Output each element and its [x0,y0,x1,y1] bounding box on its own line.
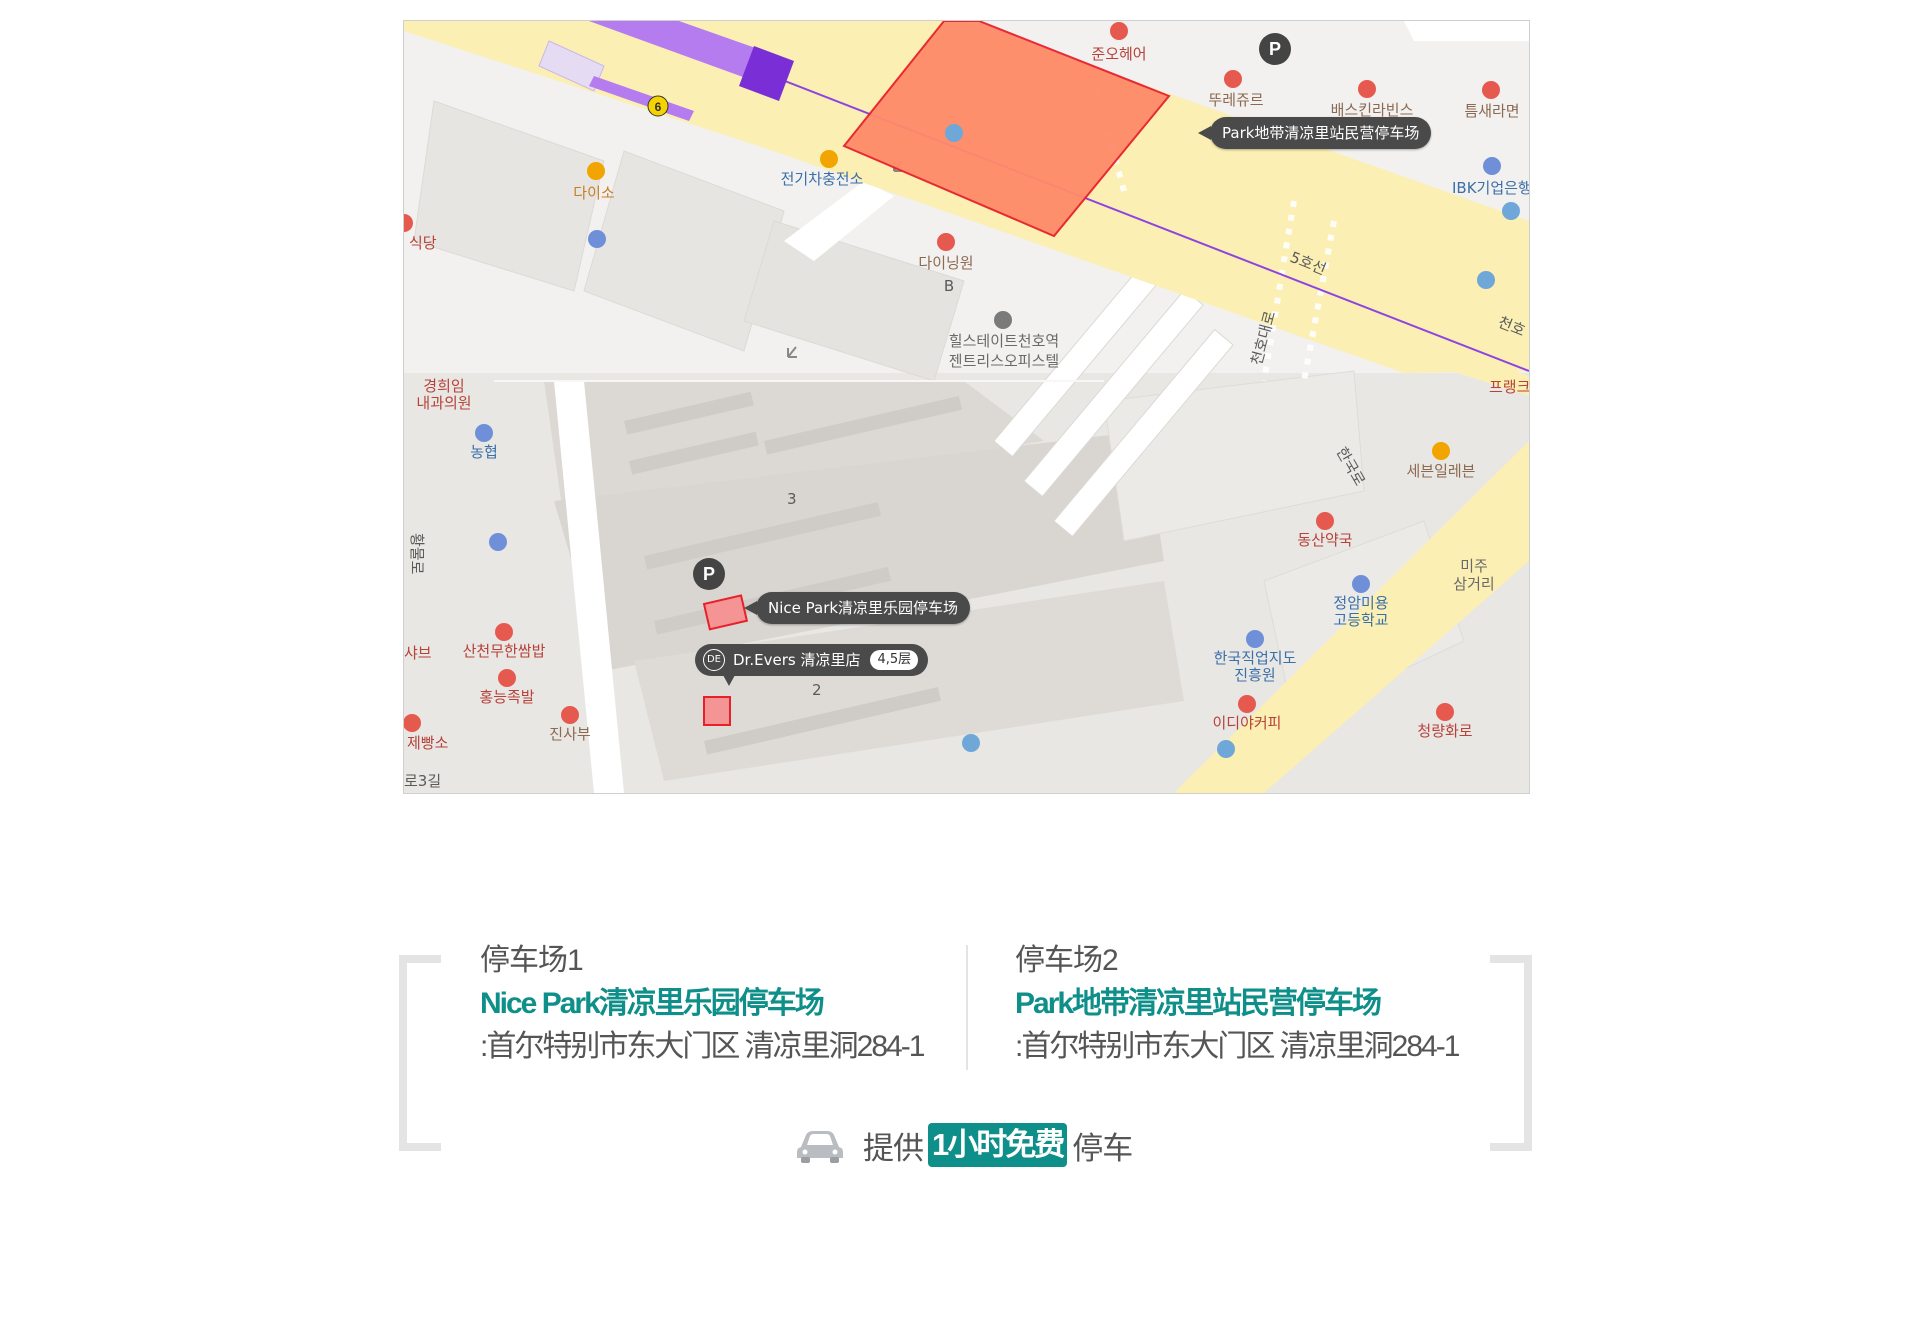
poi-junohair: 준오헤어 [1091,45,1146,63]
road-gil: 로3길 [404,772,441,790]
poi-ev-charge: 전기차충전소 [781,170,864,188]
lot-2-address: :首尔特别市东大门区 清凉里洞284-1 [1015,1030,1460,1063]
poi-kjob: 한국직업지도 [1214,649,1297,667]
poi-hongneung: 홍능족발 [479,688,534,706]
poi-bakery: 제빵소 [407,734,449,752]
poi-cheongryang: 청량화로 [1417,722,1472,740]
lot-2-title: 停车场2 [1015,944,1119,977]
left-bracket [399,955,441,1151]
poi-ibk: IBK기업은행 [1452,179,1529,197]
info-divider [966,945,968,1070]
store-building-area [703,696,731,726]
car-icon [797,1131,843,1163]
poi-dining-one: 다이닝원 [918,254,973,272]
parking-pin-icon-1[interactable]: P [693,558,725,590]
location-map[interactable]: 준오헤어 뚜레쥬르 배스킨라빈스 틈새라면 전기차충전소 다이소 식당 IBK기… [403,20,1530,794]
free-suffix: 停车 [1072,1130,1133,1166]
store-name: Dr.Evers 清凉里店 [733,651,861,669]
zone-3: 3 [787,490,797,508]
poi-nh: 농협 [470,443,498,461]
poi-french: 프랭크버 [1489,378,1529,396]
parking-2-map-label[interactable]: Park地带清凉里站民营停车场 [1197,117,1432,149]
poi-misuk: 미주 [1460,557,1488,575]
poi-shabu: 샤브 [404,644,432,662]
poi-daiso: 다이소 [573,184,615,202]
lot-1-name: Nice Park清凉里乐园停车场 [480,987,825,1020]
poi-sancheon: 산천무한쌈밥 [463,642,546,660]
line-6-badge: 6 [655,100,662,114]
building-b: B [944,277,954,295]
parking-1-map-label[interactable]: Nice Park清凉里乐园停车场 [743,592,971,624]
zone-2: 2 [812,681,822,699]
parking-pin-icon[interactable]: P [1259,33,1291,65]
poi-jungam: 정암미용 [1333,594,1388,612]
poi-hills: 힐스테이트천호역 [949,332,1059,350]
lot-1-title: 停车场1 [480,944,584,977]
road-diagonal: 황물로 [408,533,426,575]
poi-sikdang: 식당 [409,234,437,252]
parking-lot-1-info: 停车场1 Nice Park清凉里乐园停车场 :首尔特别市东大门区 清凉里洞28… [480,940,925,1068]
poi-misuk-2: 삼거리 [1453,575,1494,593]
poi-hills-2: 젠트리스오피스텔 [949,352,1059,370]
poi-kyunghee: 경희임 [423,377,464,395]
poi-kyunghee-2: 내과의원 [416,394,471,412]
right-bracket [1490,955,1532,1151]
poi-ediya: 이디야커피 [1212,714,1281,732]
free-prefix: 提供 [863,1130,924,1166]
poi-seven: 세븐일레븐 [1406,462,1475,480]
store-map-label[interactable]: DE Dr.Evers 清凉里店 4,5层 [695,644,929,686]
store-logo-icon: DE [703,649,725,671]
parking-lot-2-info: 停车场2 Park地带清凉里站民营停车场 :首尔特别市东大门区 清凉里洞284-… [1015,940,1460,1068]
poi-tourejour: 뚜레쥬르 [1208,91,1263,109]
poi-dongsan: 동산약국 [1297,531,1352,549]
free-parking-notice: 提供 1小时免费 停车 [795,1120,1133,1170]
free-hour-highlight: 1小时免费 [928,1123,1068,1167]
poi-kjob-2: 진흥원 [1234,666,1275,684]
poi-teumsae: 틈새라면 [1464,102,1519,120]
store-floor-badge: 4,5层 [870,650,919,670]
poi-jinsa: 진사부 [549,725,591,743]
poi-jungam-2: 고등학교 [1333,611,1388,629]
lot-1-address: :首尔特别市东大门区 清凉里洞284-1 [480,1030,925,1063]
lot-2-name: Park地带清凉里站民营停车场 [1015,987,1382,1020]
